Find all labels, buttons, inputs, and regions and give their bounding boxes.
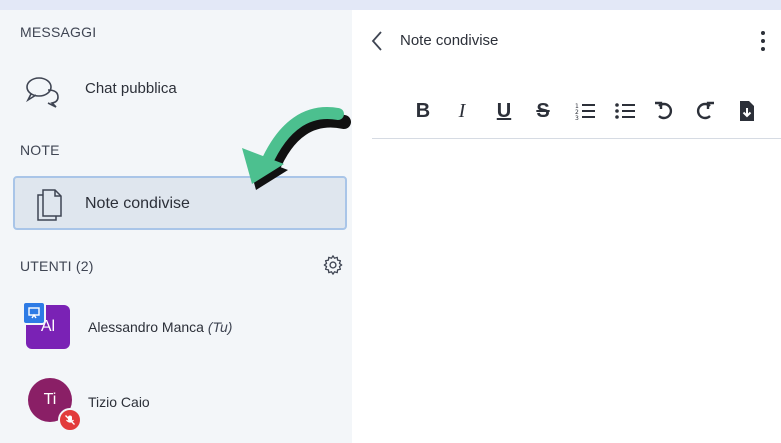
documents-icon	[33, 186, 65, 227]
user-list-item[interactable]: Ti Tizio Caio	[0, 370, 352, 432]
back-chevron-icon[interactable]	[370, 30, 384, 57]
more-options-icon[interactable]	[760, 30, 766, 57]
messages-heading: MESSAGGI	[20, 24, 97, 40]
chat-bubbles-icon	[24, 74, 64, 113]
shared-notes-panel: Note condivise B I U S 1 2 3	[352, 10, 781, 443]
redo-icon[interactable]	[692, 98, 718, 124]
avatar-initials: Ti	[43, 391, 57, 408]
bold-button[interactable]: B	[410, 98, 436, 124]
users-heading: UTENTI (2)	[20, 258, 94, 274]
user-list-item[interactable]: Al Alessandro Manca (Tu)	[0, 295, 352, 355]
user-name-text: Alessandro Manca	[88, 319, 204, 335]
notes-heading: NOTE	[20, 142, 60, 158]
panel-title[interactable]: Note condivise	[400, 32, 498, 49]
presenter-badge-icon	[22, 301, 46, 325]
user-name: Alessandro Manca (Tu)	[88, 319, 232, 335]
toolbar-divider	[372, 138, 781, 139]
strikethrough-button[interactable]: S	[530, 98, 556, 124]
italic-button[interactable]: I	[449, 98, 475, 124]
undo-icon[interactable]	[651, 98, 677, 124]
user-you-suffix: (Tu)	[207, 319, 233, 335]
public-chat-label: Chat pubblica	[85, 80, 177, 97]
shared-notes-label: Note condivise	[85, 195, 190, 212]
ordered-list-icon[interactable]: 1 2 3	[572, 98, 598, 124]
curved-arrow-icon	[242, 107, 351, 190]
bullet-list-icon[interactable]	[612, 98, 638, 124]
svg-text:3: 3	[575, 115, 579, 121]
underline-button[interactable]: U	[491, 98, 517, 124]
gear-icon[interactable]	[322, 254, 344, 276]
user-name: Tizio Caio	[88, 394, 150, 410]
export-file-icon[interactable]	[734, 98, 760, 124]
sidebar: MESSAGGI Chat pubblica NOTE Note condivi…	[0, 10, 352, 443]
muted-microphone-icon	[58, 408, 82, 432]
